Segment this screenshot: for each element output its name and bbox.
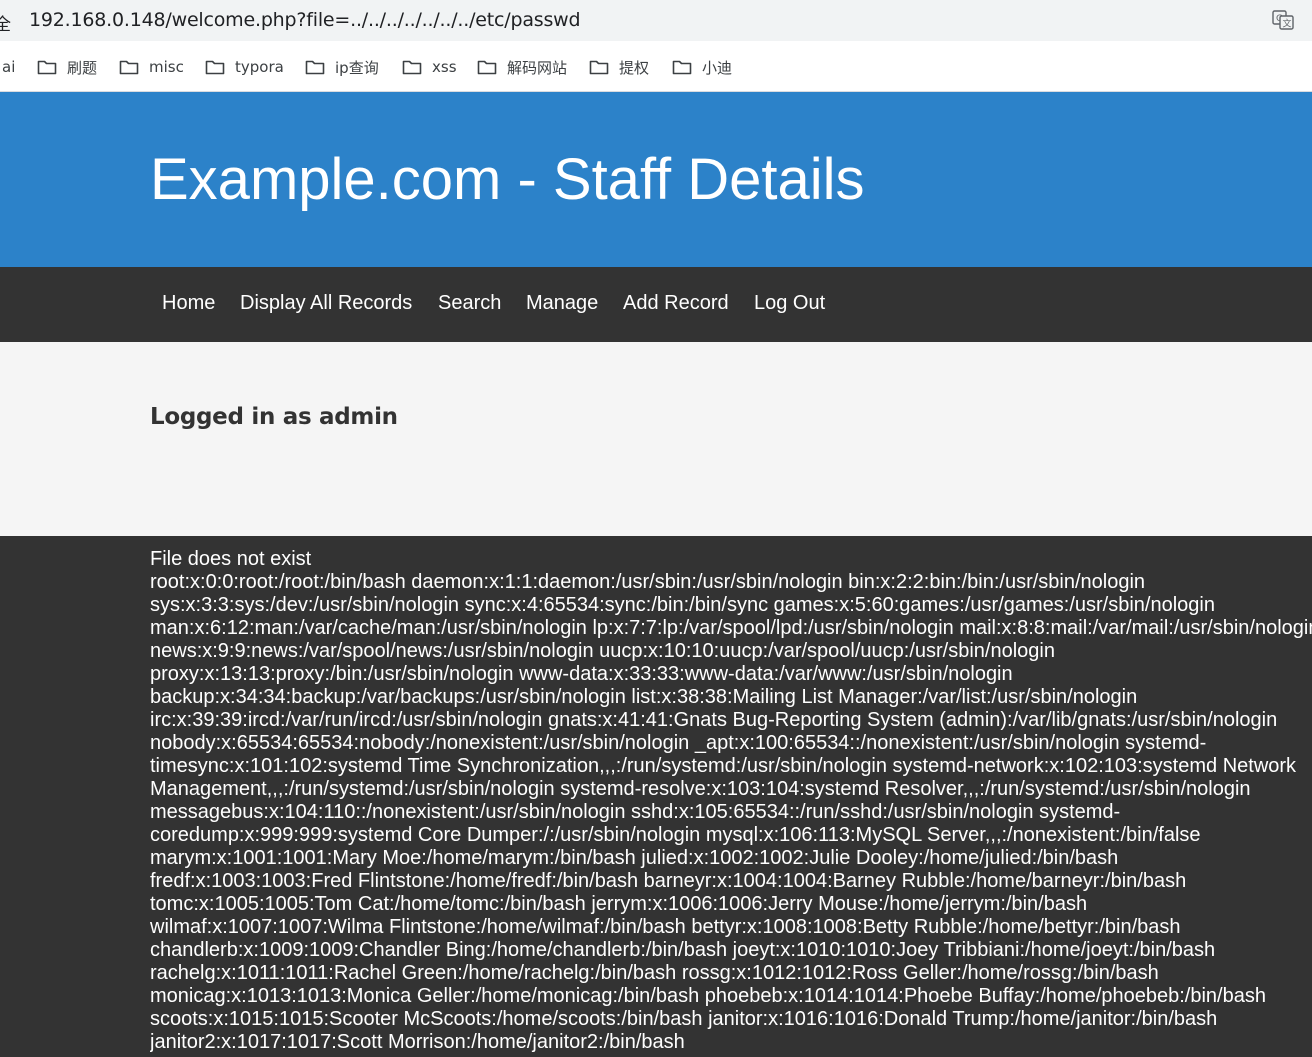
bookmark-label: ip查询 — [335, 58, 379, 77]
site-info-label[interactable]: 全 — [0, 10, 11, 35]
passwd-line: coredump:x:999:999:systemd Core Dumper:/… — [150, 824, 1201, 846]
logged-in-status: Logged in as admin — [150, 404, 398, 430]
passwd-line: news:x:9:9:news:/var/spool/news:/usr/sbi… — [150, 640, 1055, 662]
bookmark-folder[interactable]: typora — [205, 56, 284, 78]
bookmark-folder[interactable]: 提权 — [589, 56, 649, 78]
passwd-line: messagebus:x:104:110::/nonexistent:/usr/… — [150, 801, 1121, 823]
passwd-line: root:x:0:0:root:/root:/bin/bash daemon:x… — [150, 571, 1146, 593]
folder-icon — [305, 60, 325, 75]
nav-display-all-records-link[interactable]: Display All Records — [240, 290, 412, 316]
passwd-line: rachelg:x:1011:1011:Rachel Green:/home/r… — [150, 962, 1159, 984]
folder-icon — [119, 60, 139, 75]
bookmark-label: 刷题 — [67, 58, 98, 77]
passwd-line: timesync:x:101:102:systemd Time Synchron… — [150, 755, 1297, 777]
svg-text:文: 文 — [1283, 18, 1292, 30]
nav-log-out-link[interactable]: Log Out — [754, 290, 825, 316]
passwd-line: sys:x:3:3:sys:/dev:/usr/sbin/nologin syn… — [150, 594, 1215, 616]
passwd-line: wilmaf:x:1007:1007:Wilma Flintstone:/hom… — [150, 916, 1181, 938]
user-status-area — [0, 342, 1312, 536]
folder-icon — [402, 60, 422, 75]
address-bar[interactable]: 全 192.168.0.148/welcome.php?file=../../.… — [0, 0, 1312, 41]
bookmark-label: typora — [235, 58, 284, 76]
bookmark-label: 提权 — [619, 58, 650, 77]
nav-add-record-link[interactable]: Add Record — [623, 290, 729, 316]
url-text[interactable]: 192.168.0.148/welcome.php?file=../../../… — [29, 9, 581, 31]
passwd-line: monicag:x:1013:1013:Monica Geller:/home/… — [150, 985, 1266, 1007]
bookmark-label: 解码网站 — [507, 58, 568, 77]
bookmark-folder[interactable]: ip查询 — [305, 56, 379, 78]
folder-icon — [589, 60, 609, 75]
passwd-line: marym:x:1001:1001:Mary Moe:/home/marym:/… — [150, 847, 1119, 869]
passwd-line: chandlerb:x:1009:1009:Chandler Bing:/hom… — [150, 939, 1216, 961]
nav-manage-link[interactable]: Manage — [526, 290, 598, 316]
folder-icon — [205, 60, 225, 75]
folder-icon — [477, 60, 497, 75]
bookmark-label: xss — [432, 58, 457, 76]
passwd-line: man:x:6:12:man:/var/cache/man:/usr/sbin/… — [150, 617, 1312, 639]
bookmark-ai[interactable]: ai — [2, 56, 15, 78]
bookmark-label: 小迪 — [702, 58, 733, 77]
bookmark-label: misc — [149, 58, 184, 76]
passwd-line: nobody:x:65534:65534:nobody:/nonexistent… — [150, 732, 1207, 754]
folder-icon — [672, 60, 692, 75]
bookmarks-bar: ai 刷题 misc typora ip查询 xss 解码网站 提权 小迪 — [0, 41, 1312, 92]
passwd-line: fredf:x:1003:1003:Fred Flintstone:/home/… — [150, 870, 1187, 892]
passwd-line: tomc:x:1005:1005:Tom Cat:/home/tomc:/bin… — [150, 893, 1088, 915]
translate-icon[interactable]: G 文 — [1272, 10, 1294, 30]
passwd-line: janitor2:x:1017:1017:Scott Morrison:/hom… — [150, 1031, 685, 1053]
bookmark-folder[interactable]: 解码网站 — [477, 56, 567, 78]
nav-search-link[interactable]: Search — [438, 290, 501, 316]
page-title: Example.com - Staff Details — [150, 147, 865, 212]
passwd-line: Management,,,:/run/systemd:/usr/sbin/nol… — [150, 778, 1251, 800]
bookmark-folder[interactable]: misc — [119, 56, 184, 78]
bookmark-folder[interactable]: xss — [402, 56, 457, 78]
passwd-line: scoots:x:1015:1015:Scooter McScoots:/hom… — [150, 1008, 1218, 1030]
bookmark-label: ai — [2, 58, 16, 76]
passwd-line: backup:x:34:34:backup:/var/backups:/usr/… — [150, 686, 1138, 708]
passwd-line: proxy:x:13:13:proxy:/bin:/usr/sbin/nolog… — [150, 663, 1013, 685]
nav-home-link[interactable]: Home — [162, 290, 215, 316]
passwd-line: irc:x:39:39:ircd:/var/run/ircd:/usr/sbin… — [150, 709, 1278, 731]
bookmark-folder[interactable]: 小迪 — [672, 56, 732, 78]
file-error-message: File does not exist — [150, 548, 312, 570]
file-output-text: File does not exist root:x:0:0:root:/root… — [150, 548, 1312, 1054]
folder-icon — [37, 60, 57, 75]
bookmark-folder[interactable]: 刷题 — [37, 56, 97, 78]
